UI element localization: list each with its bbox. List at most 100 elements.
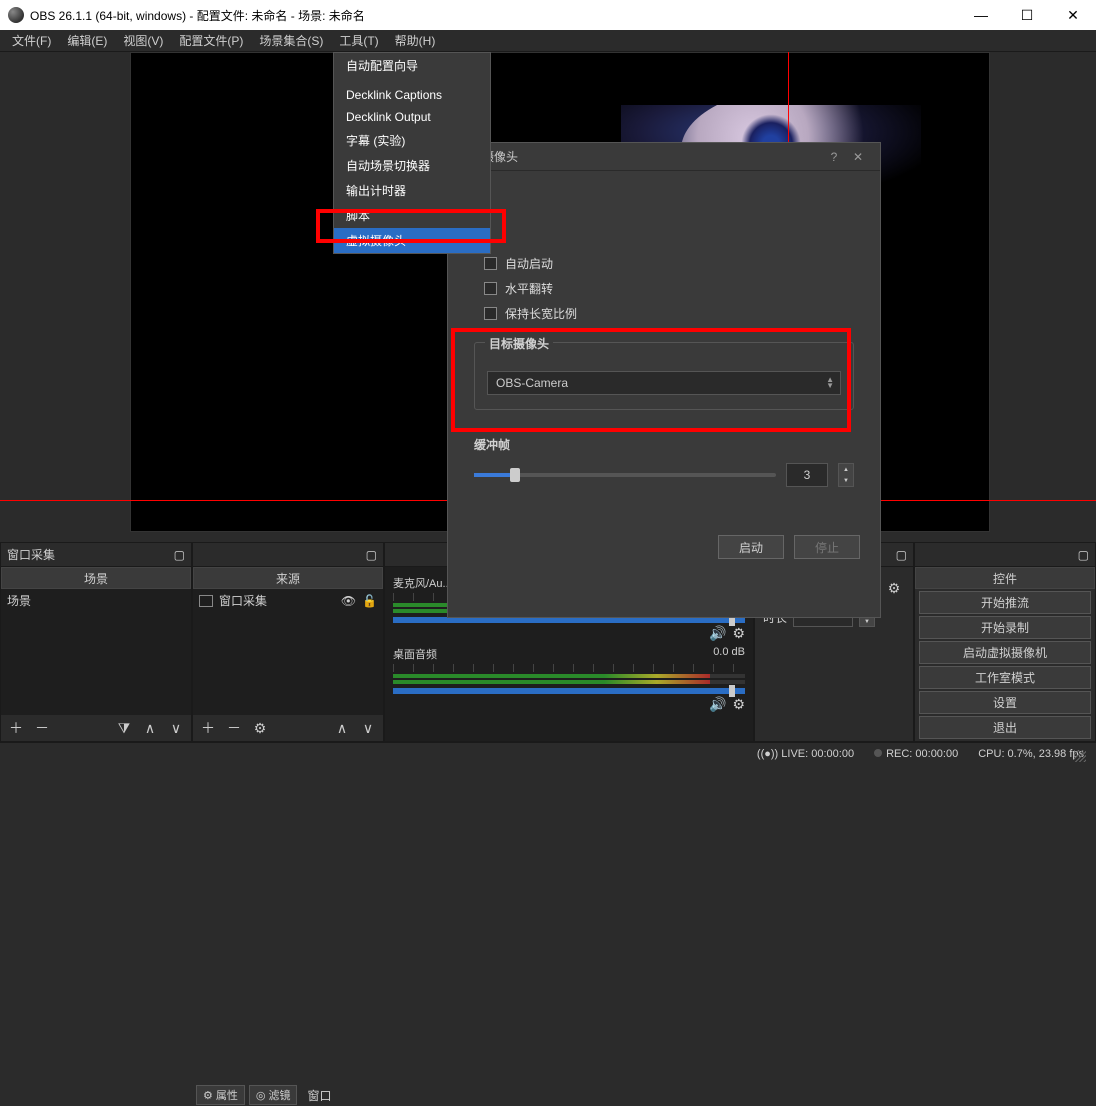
source-item[interactable]: 窗口采集 👁 🔓	[193, 589, 383, 612]
scene-up-button[interactable]: ∧	[139, 717, 161, 739]
scenes-panel: 窗口采集 ▢ 场景 场景 ＋ － ⧩ ∧ ∨	[0, 542, 192, 742]
rec-status: REC: 00:00:00	[886, 748, 958, 760]
mic-settings-icon[interactable]: ⚙	[732, 625, 745, 642]
filter-icon: ◎	[256, 1089, 266, 1102]
properties-button[interactable]: ⚙ 属性	[196, 1085, 245, 1105]
auto-start-checkbox[interactable]	[484, 257, 497, 270]
horizontal-flip-checkbox-row[interactable]: 水平翻转	[484, 280, 854, 297]
remove-source-button[interactable]: －	[223, 717, 245, 739]
sources-panel: ⚙ 属性 ◎ 滤镜 窗口 ▢ 来源 窗口采集 👁 🔓 ＋ － ⚙ ∧	[192, 542, 384, 742]
transition-settings-icon[interactable]: ⚙	[883, 577, 905, 599]
filters-button[interactable]: ◎ 滤镜	[249, 1085, 298, 1105]
menu-item-captions[interactable]: 字幕 (实验)	[334, 128, 490, 153]
window-titlebar: OBS 26.1.1 (64-bit, windows) - 配置文件: 未命名…	[0, 0, 1096, 30]
menu-help[interactable]: 帮助(H)	[387, 30, 444, 51]
live-status: LIVE: 00:00:00	[781, 748, 854, 760]
cpu-status: CPU: 0.7%, 23.98 fps	[978, 748, 1084, 760]
desktop-meter	[393, 674, 745, 678]
menu-profile[interactable]: 配置文件(P)	[171, 30, 251, 51]
scenes-panel-header[interactable]: 窗口采集 ▢	[1, 543, 191, 567]
minimize-button[interactable]: —	[958, 0, 1004, 30]
buffer-frames-spinner[interactable]: ▲▼	[838, 463, 854, 487]
popout-icon[interactable]: ▢	[174, 548, 185, 562]
desktop-volume-slider[interactable]	[393, 688, 745, 694]
menu-file[interactable]: 文件(F)	[4, 30, 59, 51]
rec-dot-icon	[874, 749, 882, 757]
studio-mode-button[interactable]: 工作室模式	[919, 666, 1091, 689]
dialog-help-button[interactable]: ?	[822, 150, 846, 164]
menu-item-decklink-output[interactable]: Decklink Output	[334, 106, 490, 128]
menu-item-auto-config[interactable]: 自动配置向导	[334, 53, 490, 78]
desktop-track-label: 桌面音频	[393, 646, 437, 662]
menu-edit[interactable]: 编辑(E)	[59, 30, 115, 51]
menu-tools[interactable]: 工具(T)	[331, 30, 386, 51]
buffer-frames-value[interactable]: 3	[786, 463, 828, 487]
desktop-mute-icon[interactable]: 🔊	[709, 696, 726, 713]
keep-ratio-checkbox-row[interactable]: 保持长宽比例	[484, 305, 854, 322]
source-up-button[interactable]: ∧	[331, 717, 353, 739]
mic-track-label: 麦克风/Au...	[393, 575, 452, 591]
scene-item-label: 场景	[7, 592, 31, 609]
maximize-button[interactable]: ☐	[1004, 0, 1050, 30]
scene-item[interactable]: 场景	[1, 589, 191, 612]
stop-button[interactable]: 停止	[794, 535, 860, 559]
remove-scene-button[interactable]: －	[31, 717, 53, 739]
menu-scene-collection[interactable]: 场景集合(S)	[251, 30, 331, 51]
keep-ratio-checkbox[interactable]	[484, 307, 497, 320]
buffer-frames-slider[interactable]	[474, 473, 776, 477]
resize-grip[interactable]	[1074, 750, 1086, 762]
exit-button[interactable]: 退出	[919, 716, 1091, 739]
scene-filter-button[interactable]: ⧩	[113, 717, 135, 739]
source-item-label: 窗口采集	[219, 592, 267, 609]
menu-item-decklink-captions[interactable]: Decklink Captions	[334, 84, 490, 106]
dialog-titlebar[interactable]: 虚拟摄像头 ? ✕	[448, 143, 880, 171]
annotation-highlight-menu	[316, 209, 506, 243]
gear-icon: ⚙	[203, 1089, 213, 1102]
start-recording-button[interactable]: 开始录制	[919, 616, 1091, 639]
desktop-settings-icon[interactable]: ⚙	[732, 696, 745, 713]
add-source-button[interactable]: ＋	[197, 717, 219, 739]
add-scene-button[interactable]: ＋	[5, 717, 27, 739]
menu-bar: 文件(F) 编辑(E) 视图(V) 配置文件(P) 场景集合(S) 工具(T) …	[0, 30, 1096, 52]
controls-tab[interactable]: 控件	[915, 567, 1095, 589]
sources-tab[interactable]: 来源	[193, 567, 383, 589]
annotation-highlight-target	[451, 328, 851, 432]
start-button[interactable]: 启动	[718, 535, 784, 559]
popout-icon[interactable]: ▢	[1078, 548, 1089, 562]
window-dock-label: 窗口	[307, 1087, 331, 1104]
scene-down-button[interactable]: ∨	[165, 717, 187, 739]
close-button[interactable]: ✕	[1050, 0, 1096, 30]
auto-start-checkbox-row[interactable]: 自动启动	[484, 255, 854, 272]
start-streaming-button[interactable]: 开始推流	[919, 591, 1091, 614]
settings-button[interactable]: 设置	[919, 691, 1091, 714]
desktop-meter-2	[393, 680, 745, 684]
source-down-button[interactable]: ∨	[357, 717, 379, 739]
window-title: OBS 26.1.1 (64-bit, windows) - 配置文件: 未命名…	[30, 7, 365, 24]
controls-panel: ▢ 控件 开始推流 开始录制 启动虚拟摄像机 工作室模式 设置 退出	[914, 542, 1096, 742]
keep-ratio-label: 保持长宽比例	[505, 305, 577, 322]
popout-icon[interactable]: ▢	[366, 548, 377, 562]
menu-view[interactable]: 视图(V)	[115, 30, 171, 51]
horizontal-flip-checkbox[interactable]	[484, 282, 497, 295]
dialog-title: 虚拟摄像头	[458, 148, 822, 165]
visibility-eye-icon[interactable]: 👁	[341, 594, 356, 608]
lock-icon[interactable]: 🔓	[362, 594, 377, 608]
window-capture-icon	[199, 595, 213, 607]
scenes-tab[interactable]: 场景	[1, 567, 191, 589]
start-virtual-cam-button[interactable]: 启动虚拟摄像机	[919, 641, 1091, 664]
mic-mute-icon[interactable]: 🔊	[709, 625, 726, 642]
dialog-close-button[interactable]: ✕	[846, 150, 870, 164]
slider-handle[interactable]	[510, 468, 520, 482]
buffer-frames-label: 缓冲帧	[474, 436, 854, 453]
source-properties-button[interactable]: ⚙	[249, 717, 271, 739]
scenes-header-label: 窗口采集	[7, 546, 55, 563]
menu-item-output-timer[interactable]: 输出计时器	[334, 178, 490, 203]
broadcast-icon: ((●))	[757, 748, 778, 760]
menu-item-auto-scene-switcher[interactable]: 自动场景切换器	[334, 153, 490, 178]
status-bar: ((●)) LIVE: 00:00:00 REC: 00:00:00 CPU: …	[0, 742, 1096, 764]
desktop-track-db: 0.0 dB	[713, 646, 745, 662]
auto-start-label: 自动启动	[505, 255, 553, 272]
obs-app-icon	[8, 7, 24, 23]
horizontal-flip-label: 水平翻转	[505, 280, 553, 297]
popout-icon[interactable]: ▢	[896, 548, 907, 562]
